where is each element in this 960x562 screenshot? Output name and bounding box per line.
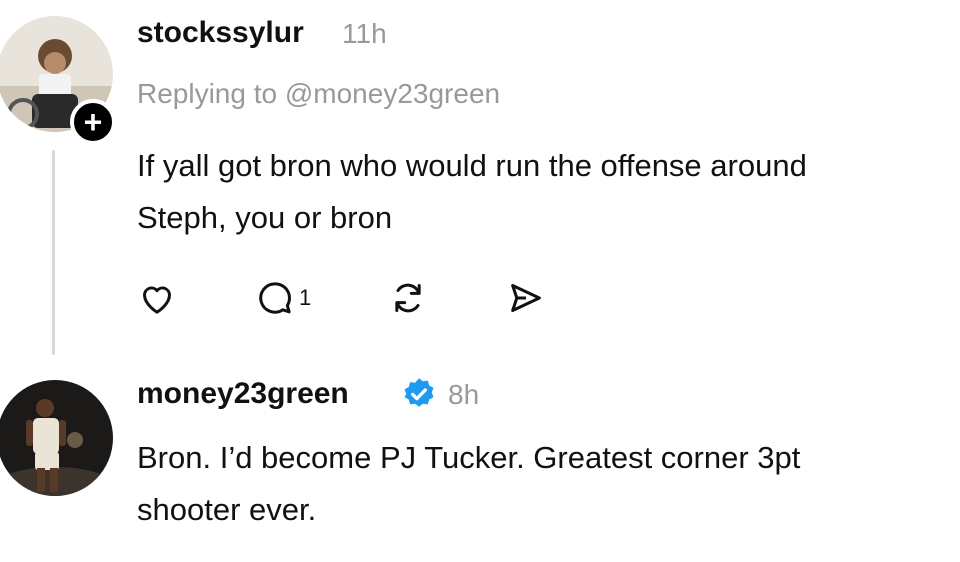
heart-icon — [143, 286, 171, 314]
comment-icon — [259, 282, 291, 314]
share-button[interactable] — [505, 278, 547, 318]
username-stockssylur[interactable]: stockssylur — [137, 16, 304, 50]
verified-badge-icon — [404, 378, 434, 407]
username-money23green[interactable]: money23green — [137, 377, 349, 411]
post-time: 11h — [342, 18, 387, 49]
send-icon — [511, 284, 541, 312]
post-time: 8h — [448, 379, 480, 410]
repost-button[interactable] — [388, 278, 428, 318]
reply-button[interactable]: 1 — [255, 278, 311, 318]
post-text-line: Bron. I’d become PJ Tucker. Greatest cor… — [137, 440, 801, 475]
replying-to[interactable]: Replying to @money23green — [137, 78, 500, 110]
reply-count: 1 — [299, 285, 312, 310]
repost-icon — [395, 283, 421, 313]
post-text: If yall got bron who would run the offen… — [137, 140, 952, 244]
post-text: Bron. I’d become PJ Tucker. Greatest cor… — [137, 432, 952, 536]
avatar-money23green[interactable] — [0, 380, 113, 496]
post-text-line: shooter ever. — [137, 492, 317, 527]
post-text-line: Steph, you or bron — [137, 200, 393, 235]
follow-plus-button[interactable]: + — [70, 99, 116, 145]
post-text-line: If yall got bron who would run the offen… — [137, 148, 807, 183]
like-button[interactable] — [137, 278, 177, 318]
thread-line — [52, 150, 55, 355]
